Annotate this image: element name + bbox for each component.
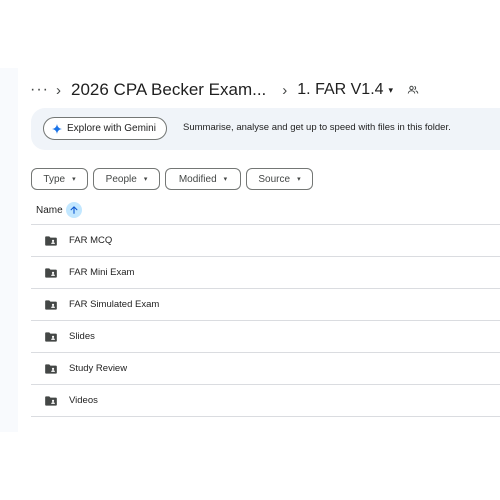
- name-column-label: Name: [36, 204, 63, 216]
- shared-folder-icon: [44, 330, 58, 344]
- name-column-header[interactable]: Name: [36, 202, 82, 218]
- filter-people-label: People: [105, 173, 137, 185]
- list-item[interactable]: FAR Mini Exam: [31, 257, 500, 289]
- list-item[interactable]: FAR MCQ: [31, 225, 500, 257]
- arrow-up-icon[interactable]: [65, 202, 82, 218]
- shared-folder-icon: [44, 362, 58, 376]
- list-item[interactable]: Slides: [31, 321, 500, 353]
- breadcrumb-more-button[interactable]: ···: [30, 81, 50, 99]
- shared-folder-icon: [44, 266, 58, 280]
- gemini-sparkle-icon: [52, 123, 62, 134]
- chevron-down-icon[interactable]: ▾: [389, 85, 394, 96]
- chevron-down-icon: ▾: [223, 176, 228, 183]
- folder-name: Videos: [69, 395, 98, 406]
- list-item[interactable]: Study Review: [31, 353, 500, 385]
- side-panel-edge: [0, 68, 18, 432]
- list-item[interactable]: Videos: [31, 385, 500, 417]
- shared-folder-people-icon[interactable]: [407, 84, 419, 96]
- folder-name: Study Review: [69, 363, 128, 374]
- filter-modified-label: Modified: [178, 173, 217, 185]
- shared-folder-icon: [44, 234, 58, 248]
- filter-bar: Type ▾ People ▾ Modified ▾ Source ▾: [31, 168, 318, 190]
- filter-source-chip[interactable]: Source ▾: [246, 168, 313, 190]
- filter-modified-chip[interactable]: Modified ▾: [165, 168, 241, 190]
- filter-source-label: Source: [258, 173, 291, 185]
- breadcrumb-separator: ›: [282, 81, 288, 99]
- breadcrumb-separator: ›: [56, 81, 61, 99]
- filter-people-chip[interactable]: People ▾: [93, 168, 160, 190]
- chevron-down-icon: ▾: [72, 176, 76, 183]
- shared-folder-icon: [44, 394, 58, 408]
- list-item[interactable]: FAR Simulated Exam: [31, 289, 500, 321]
- chevron-down-icon: ▾: [143, 176, 148, 183]
- explore-with-gemini-label: Explore with Gemini: [67, 123, 156, 134]
- folder-name: FAR Simulated Exam: [69, 299, 160, 310]
- gemini-banner: Explore with Gemini Summarise, analyse a…: [31, 108, 500, 150]
- chevron-down-icon: ▾: [297, 176, 301, 183]
- explore-with-gemini-button[interactable]: Explore with Gemini: [43, 117, 167, 140]
- folder-name: FAR MCQ: [69, 235, 113, 246]
- breadcrumb: ··· › 2026 CPA Becker Exam... › 1. FAR V…: [30, 78, 419, 102]
- folder-name: Slides: [69, 331, 95, 342]
- file-list: FAR MCQ FAR Mini Exam FAR Simulated Exam…: [31, 225, 500, 417]
- folder-name: FAR Mini Exam: [69, 267, 135, 278]
- filter-type-chip[interactable]: Type ▾: [31, 168, 88, 190]
- breadcrumb-current-folder[interactable]: 1. FAR V1.4: [297, 81, 383, 99]
- filter-type-label: Type: [43, 173, 66, 185]
- gemini-description: Summarise, analyse and get up to speed w…: [183, 122, 451, 133]
- breadcrumb-parent-folder[interactable]: 2026 CPA Becker Exam...: [71, 80, 266, 100]
- main-content: ··· › 2026 CPA Becker Exam... › 1. FAR V…: [18, 68, 500, 432]
- shared-folder-icon: [44, 298, 58, 312]
